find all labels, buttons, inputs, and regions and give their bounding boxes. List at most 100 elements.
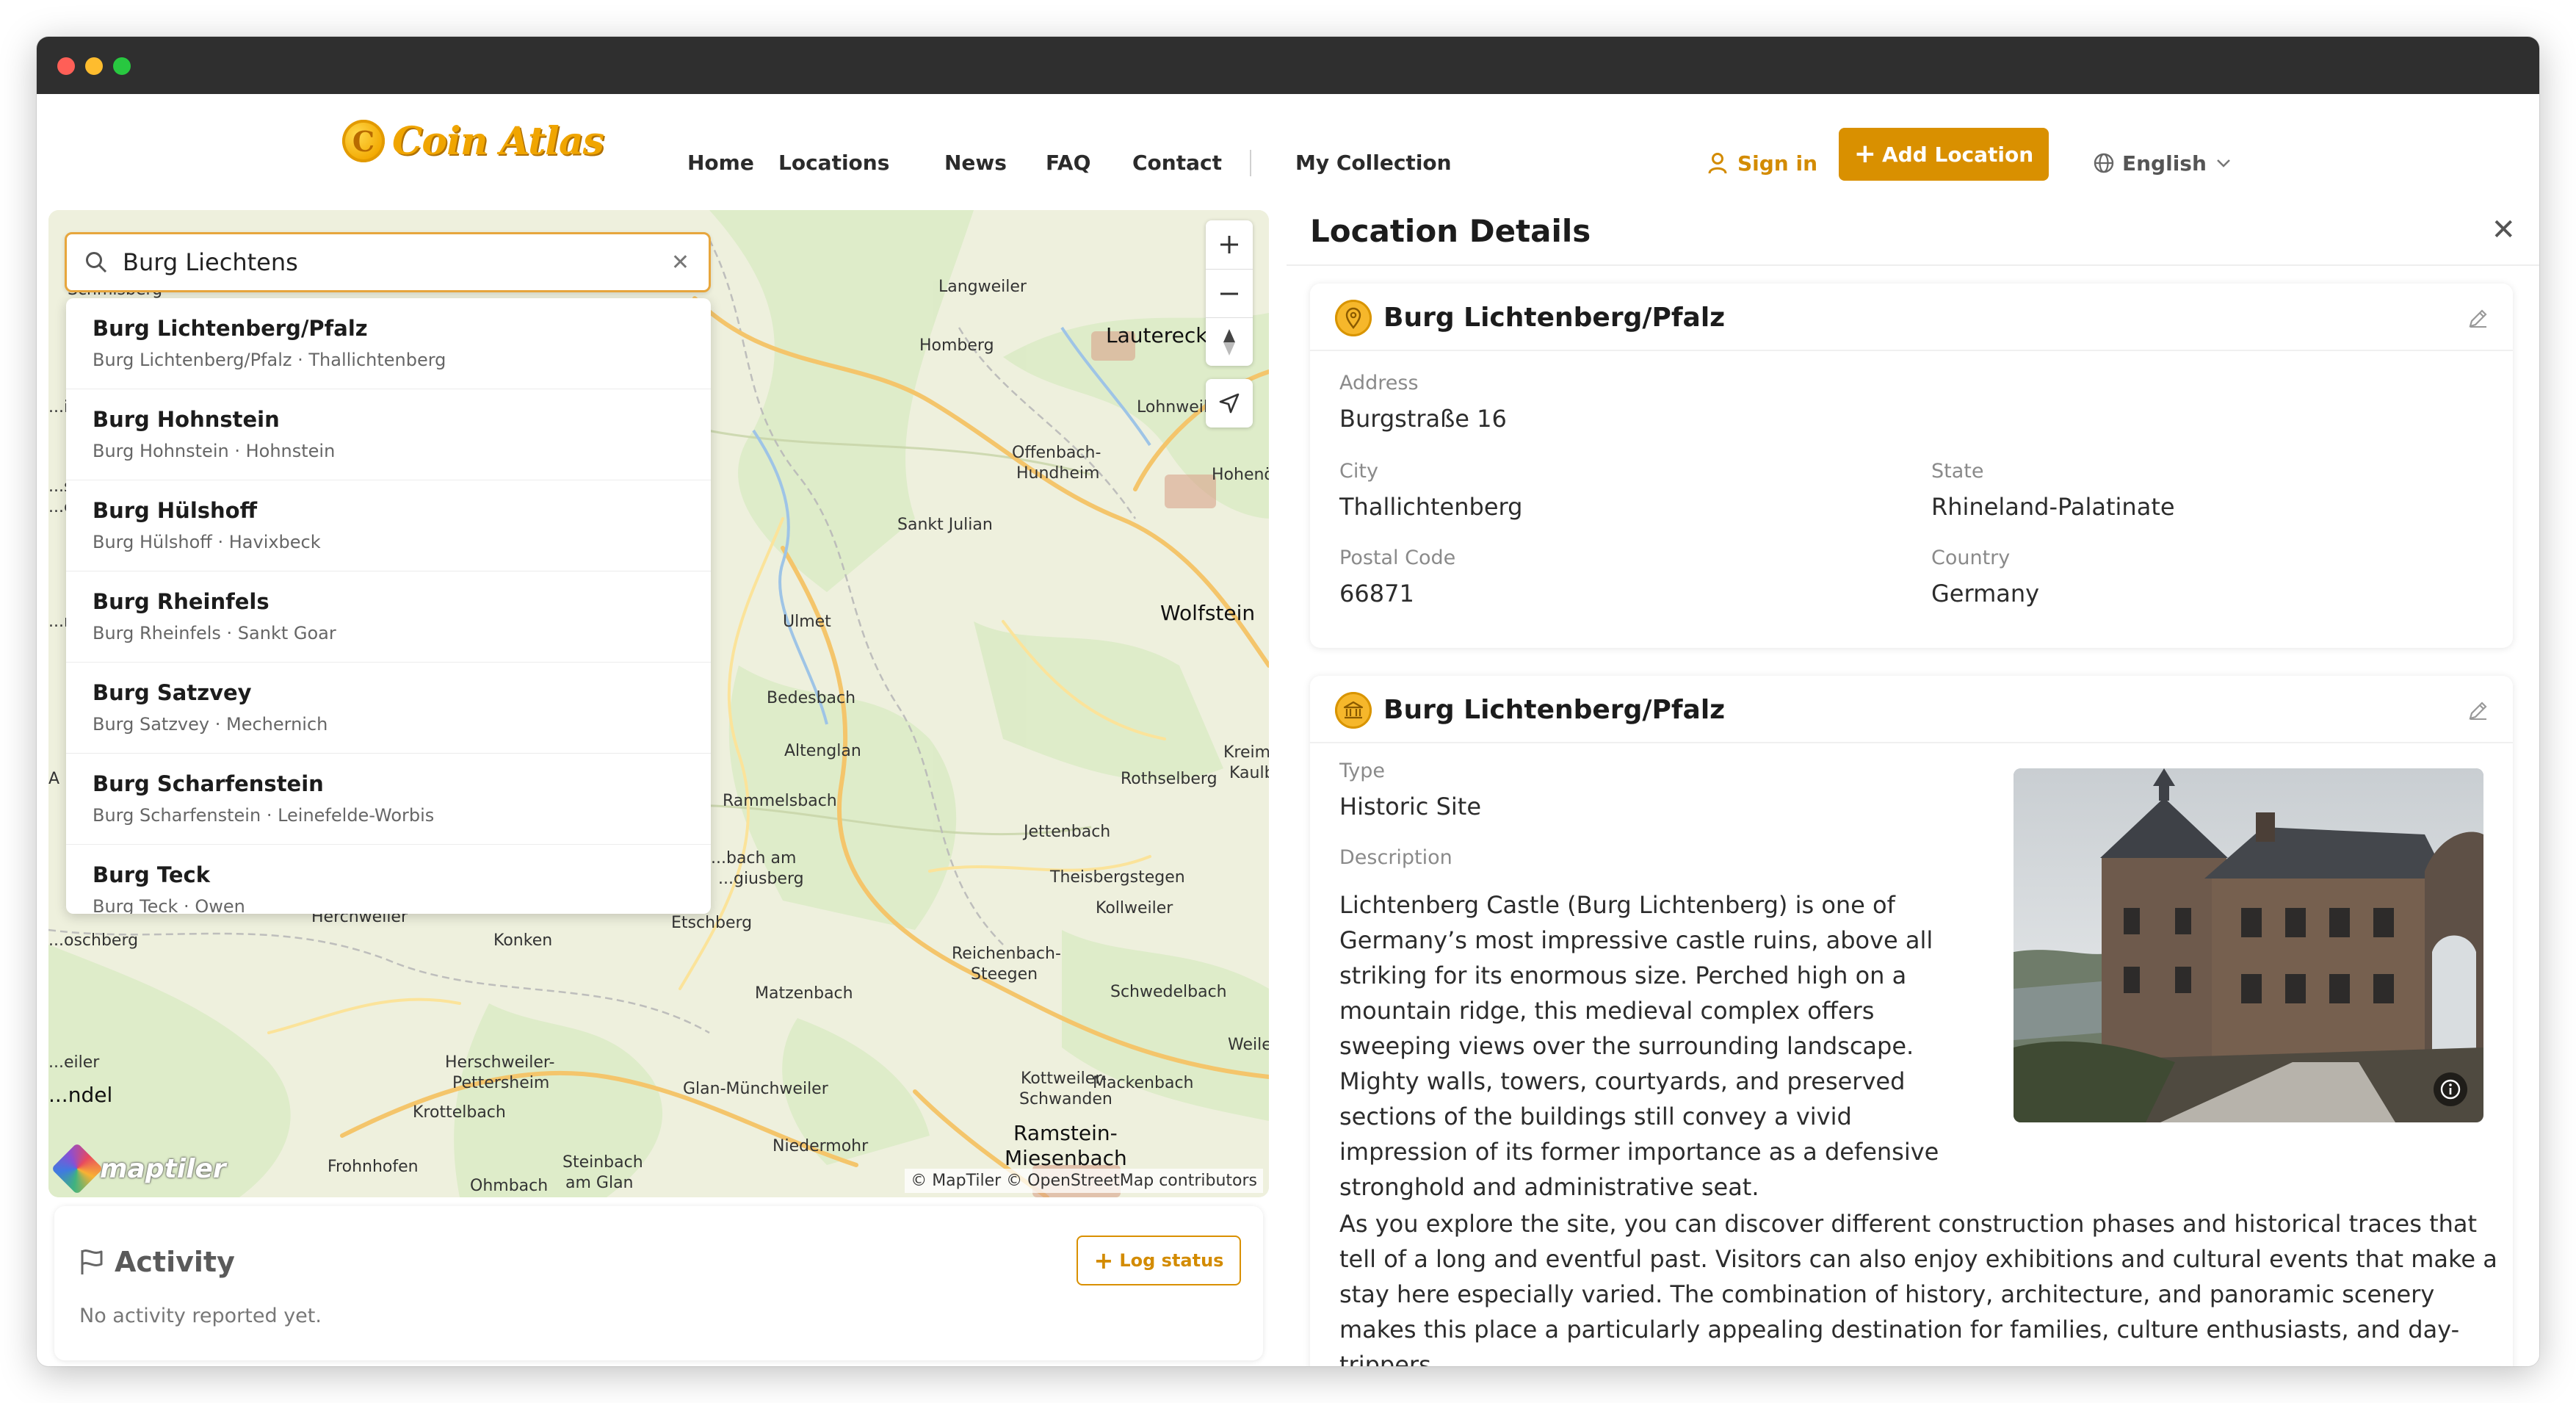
compass-button[interactable] (1206, 317, 1253, 366)
minus-icon (1220, 292, 1238, 295)
search-result-item[interactable]: Burg Rheinfels Burg Rheinfels · Sankt Go… (66, 571, 711, 663)
search-result-item[interactable]: Burg Teck Burg Teck · Owen (66, 845, 711, 914)
activity-heading: Activity (79, 1246, 235, 1278)
sign-in-link[interactable]: Sign in (1708, 141, 1817, 185)
activity-card: Activity No activity reported yet. + Log… (54, 1206, 1263, 1360)
map-label: Kaulbach (1229, 764, 1269, 782)
sign-in-label: Sign in (1737, 151, 1818, 176)
search-result-item[interactable]: Burg Scharfenstein Burg Scharfenstein · … (66, 754, 711, 845)
chevron-down-icon (2217, 159, 2230, 167)
country-field: Country Germany (1931, 547, 2039, 607)
navigation-arrow-icon (1219, 393, 1240, 414)
language-select[interactable]: English (2093, 141, 2239, 185)
map-label: Matzenbach (755, 984, 853, 1003)
map-label: Hundheim (1016, 464, 1100, 483)
map-attribution[interactable]: © MapTiler © OpenStreetMap contributors (905, 1169, 1263, 1193)
panel-title: Location Details (1310, 213, 1591, 249)
map-label: Sankt Julian (897, 516, 993, 534)
search-input[interactable] (123, 248, 671, 276)
nav-news[interactable]: News (944, 141, 1007, 185)
edit-address-button[interactable] (2467, 307, 2489, 332)
type-field: Type Historic Site (1339, 760, 1481, 820)
map-label: Steegen (971, 965, 1038, 984)
address-card-title: Burg Lichtenberg/Pfalz (1383, 303, 1726, 333)
address-card-header: Burg Lichtenberg/Pfalz (1310, 284, 2513, 351)
field-label: Country (1931, 547, 2011, 569)
map-label: Frohnhofen (328, 1158, 419, 1176)
map-label: ...ndel (48, 1083, 113, 1107)
map-label: A (48, 770, 60, 788)
field-label: Description (1339, 846, 1452, 869)
search-result-item[interactable]: Burg Satzvey Burg Satzvey · Mechernich (66, 663, 711, 754)
add-location-button[interactable]: + Add Location (1839, 128, 2049, 181)
maptiler-gem-icon (51, 1142, 104, 1195)
description-field: Description (1339, 846, 1452, 869)
field-label: City (1339, 460, 1378, 483)
clear-search-icon[interactable]: ✕ (671, 250, 690, 275)
map-label: Ohmbach (470, 1177, 549, 1195)
nav-divider (1250, 150, 1251, 176)
nav-my-collection[interactable]: My Collection (1295, 141, 1452, 185)
map-label: ...bach am (711, 849, 797, 868)
plus-icon: + (1853, 139, 1876, 169)
site-card-title: Burg Lichtenberg/Pfalz (1383, 695, 1726, 725)
edit-icon (2469, 702, 2487, 720)
search-result-item[interactable]: Burg Hülshoff Burg Hülshoff · Havixbeck (66, 480, 711, 571)
nav-contact[interactable]: Contact (1132, 141, 1222, 185)
map-label: ...oschberg (48, 931, 139, 950)
search-results-dropdown: Burg Lichtenberg/Pfalz Burg Lichtenberg/… (66, 298, 711, 914)
edit-site-button[interactable] (2467, 699, 2489, 724)
close-panel-icon[interactable]: ✕ (2491, 213, 2516, 247)
search-result-subtitle: Burg Lichtenberg/Pfalz · Thallichtenberg (93, 350, 446, 370)
search-result-item[interactable]: Burg Lichtenberg/Pfalz Burg Lichtenberg/… (66, 298, 711, 389)
activity-empty-text: No activity reported yet. (79, 1305, 322, 1327)
field-label: Postal Code (1339, 547, 1456, 569)
map-label: Reichenbach- (952, 945, 1061, 963)
location-photo[interactable] (2014, 768, 2483, 1122)
zoom-controls (1206, 220, 1253, 366)
map-pin-icon (1335, 300, 1372, 336)
map-label: Krottelbach (413, 1103, 506, 1122)
city-field: City Thallichtenberg (1339, 460, 1522, 521)
map-label: ...eiler (48, 1053, 100, 1072)
maptiler-logo[interactable]: maptiler (51, 1142, 226, 1195)
state-field: State Rhineland-Palatinate (1931, 460, 2175, 521)
map-label: Herschweiler- (445, 1053, 555, 1072)
map-label: Etschberg (671, 914, 753, 932)
castle-photo-illustration (2014, 768, 2483, 1122)
map-label: Bedesbach (767, 689, 856, 707)
map-view[interactable]: Schmisberg Langweiler Homberg Lauterecke… (48, 210, 1269, 1197)
search-result-item[interactable]: Burg Hohnstein Burg Hohnstein · Hohnstei… (66, 389, 711, 480)
window-maximize-button[interactable] (113, 57, 131, 75)
plus-icon (1220, 236, 1238, 253)
window-minimize-button[interactable] (85, 57, 103, 75)
map-label: Glan-Münchweiler (683, 1080, 828, 1098)
nav-home[interactable]: Home (687, 141, 754, 185)
address-card: Burg Lichtenberg/Pfalz Address Burgstraß… (1310, 284, 2513, 648)
nav-faq[interactable]: FAQ (1046, 141, 1090, 185)
geolocate-button[interactable] (1206, 379, 1253, 428)
map-label: Jettenbach (1024, 823, 1111, 841)
map-label: Schwanden (1019, 1090, 1112, 1108)
log-status-label: Log status (1119, 1250, 1224, 1271)
window-close-button[interactable] (57, 57, 75, 75)
map-label: Wolfstein (1160, 601, 1256, 625)
field-label: Address (1339, 372, 1419, 394)
search-result-title: Burg Rheinfels (93, 589, 269, 614)
address-field: Address Burgstraße 16 (1339, 372, 1507, 433)
zoom-in-button[interactable] (1206, 220, 1253, 269)
edit-icon (2469, 309, 2487, 328)
log-status-button[interactable]: + Log status (1077, 1236, 1241, 1285)
info-icon (2440, 1079, 2461, 1100)
zoom-out-button[interactable] (1206, 269, 1253, 317)
add-location-label: Add Location (1881, 142, 2034, 167)
search-result-title: Burg Hülshoff (93, 498, 258, 523)
panel-header: Location Details ✕ (1287, 188, 2539, 266)
app-window: C Coin Atlas Home Locations News FAQ Con… (37, 37, 2539, 1366)
nav-locations[interactable]: Locations (778, 141, 889, 185)
maptiler-logo-text: maptiler (100, 1153, 226, 1184)
activity-title: Activity (115, 1246, 235, 1278)
site-card: Burg Lichtenberg/Pfalz Type Historic Sit… (1310, 676, 2513, 1366)
photo-info-button[interactable] (2434, 1072, 2467, 1106)
description-text: Lichtenberg Castle (Burg Lichtenberg) is… (1339, 891, 1939, 1201)
